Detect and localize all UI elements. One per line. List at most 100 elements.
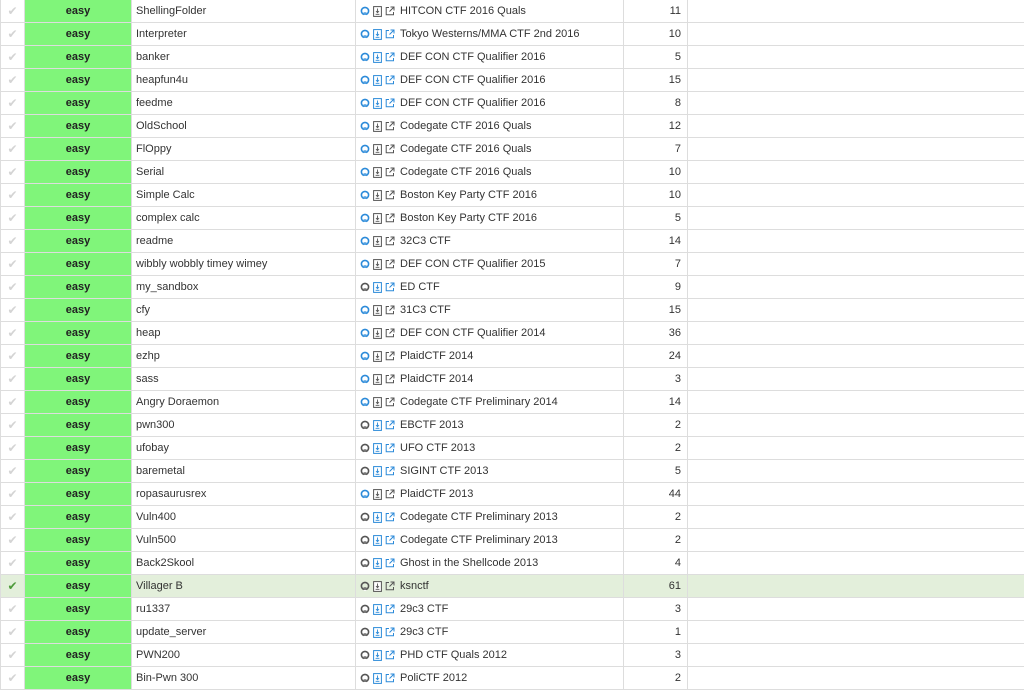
github-icon[interactable] — [360, 673, 373, 683]
writeup-doc-icon[interactable] — [373, 580, 385, 592]
table-row[interactable]: ✔ easy Simple Calc Boston Key Party CTF … — [0, 184, 1024, 207]
external-link-icon[interactable] — [385, 259, 398, 269]
writeup-doc-icon[interactable] — [373, 304, 385, 316]
writeup-doc-icon[interactable] — [373, 672, 385, 684]
table-row[interactable]: ✔ easy ropasaurusrex PlaidCTF 2013 44 — [0, 483, 1024, 506]
github-icon[interactable] — [360, 6, 373, 16]
github-icon[interactable] — [360, 52, 373, 62]
external-link-icon[interactable] — [385, 397, 398, 407]
table-row[interactable]: ✔ easy OldSchool Codegate CTF 2016 Quals… — [0, 115, 1024, 138]
external-link-icon[interactable] — [385, 351, 398, 361]
solved-checkbox[interactable]: ✔ — [0, 644, 25, 666]
writeup-doc-icon[interactable] — [373, 465, 385, 477]
table-row[interactable]: ✔ easy heap DEF CON CTF Qualifier 2014 3… — [0, 322, 1024, 345]
writeup-doc-icon[interactable] — [373, 120, 385, 132]
solved-checkbox[interactable]: ✔ — [0, 575, 25, 597]
solved-checkbox[interactable]: ✔ — [0, 92, 25, 114]
external-link-icon[interactable] — [385, 489, 398, 499]
github-icon[interactable] — [360, 489, 373, 499]
external-link-icon[interactable] — [385, 98, 398, 108]
solved-checkbox[interactable]: ✔ — [0, 345, 25, 367]
table-row[interactable]: ✔ easy ufobay UFO CTF 2013 2 — [0, 437, 1024, 460]
github-icon[interactable] — [360, 98, 373, 108]
solved-checkbox[interactable]: ✔ — [0, 391, 25, 413]
github-icon[interactable] — [360, 581, 373, 591]
table-row[interactable]: ✔ easy my_sandbox ED CTF 9 — [0, 276, 1024, 299]
github-icon[interactable] — [360, 420, 373, 430]
table-row[interactable]: ✔ easy Serial Codegate CTF 2016 Quals 10 — [0, 161, 1024, 184]
writeup-doc-icon[interactable] — [373, 626, 385, 638]
external-link-icon[interactable] — [385, 121, 398, 131]
github-icon[interactable] — [360, 282, 373, 292]
external-link-icon[interactable] — [385, 420, 398, 430]
github-icon[interactable] — [360, 558, 373, 568]
external-link-icon[interactable] — [385, 190, 398, 200]
solved-checkbox[interactable]: ✔ — [0, 414, 25, 436]
solved-checkbox[interactable]: ✔ — [0, 230, 25, 252]
table-row[interactable]: ✔ easy wibbly wobbly timey wimey DEF CON… — [0, 253, 1024, 276]
github-icon[interactable] — [360, 75, 373, 85]
writeup-doc-icon[interactable] — [373, 28, 385, 40]
table-row[interactable]: ✔ easy Vuln500 Codegate CTF Preliminary … — [0, 529, 1024, 552]
writeup-doc-icon[interactable] — [373, 143, 385, 155]
solved-checkbox[interactable]: ✔ — [0, 506, 25, 528]
github-icon[interactable] — [360, 213, 373, 223]
solved-checkbox[interactable]: ✔ — [0, 161, 25, 183]
writeup-doc-icon[interactable] — [373, 189, 385, 201]
writeup-doc-icon[interactable] — [373, 281, 385, 293]
external-link-icon[interactable] — [385, 144, 398, 154]
external-link-icon[interactable] — [385, 236, 398, 246]
writeup-doc-icon[interactable] — [373, 511, 385, 523]
writeup-doc-icon[interactable] — [373, 166, 385, 178]
solved-checkbox[interactable]: ✔ — [0, 276, 25, 298]
writeup-doc-icon[interactable] — [373, 534, 385, 546]
github-icon[interactable] — [360, 627, 373, 637]
writeup-doc-icon[interactable] — [373, 442, 385, 454]
solved-checkbox[interactable]: ✔ — [0, 184, 25, 206]
external-link-icon[interactable] — [385, 512, 398, 522]
github-icon[interactable] — [360, 512, 373, 522]
external-link-icon[interactable] — [385, 282, 398, 292]
writeup-doc-icon[interactable] — [373, 5, 385, 17]
table-row[interactable]: ✔ easy heapfun4u DEF CON CTF Qualifier 2… — [0, 69, 1024, 92]
solved-checkbox[interactable]: ✔ — [0, 253, 25, 275]
external-link-icon[interactable] — [385, 52, 398, 62]
table-row[interactable]: ✔ easy update_server 29c3 CTF 1 — [0, 621, 1024, 644]
external-link-icon[interactable] — [385, 75, 398, 85]
github-icon[interactable] — [360, 351, 373, 361]
external-link-icon[interactable] — [385, 167, 398, 177]
solved-checkbox[interactable]: ✔ — [0, 552, 25, 574]
table-row[interactable]: ✔ easy Angry Doraemon Codegate CTF Preli… — [0, 391, 1024, 414]
github-icon[interactable] — [360, 29, 373, 39]
github-icon[interactable] — [360, 305, 373, 315]
solved-checkbox[interactable]: ✔ — [0, 529, 25, 551]
solved-checkbox[interactable]: ✔ — [0, 0, 25, 22]
writeup-doc-icon[interactable] — [373, 649, 385, 661]
external-link-icon[interactable] — [385, 213, 398, 223]
github-icon[interactable] — [360, 374, 373, 384]
table-row[interactable]: ✔ easy Back2Skool Ghost in the Shellcode… — [0, 552, 1024, 575]
solved-checkbox[interactable]: ✔ — [0, 368, 25, 390]
table-row[interactable]: ✔ easy Bin-Pwn 300 PoliCTF 2012 2 — [0, 667, 1024, 690]
writeup-doc-icon[interactable] — [373, 212, 385, 224]
table-row[interactable]: ✔ easy ru1337 29c3 CTF 3 — [0, 598, 1024, 621]
external-link-icon[interactable] — [385, 581, 398, 591]
external-link-icon[interactable] — [385, 328, 398, 338]
table-row[interactable]: ✔ easy banker DEF CON CTF Qualifier 2016… — [0, 46, 1024, 69]
writeup-doc-icon[interactable] — [373, 373, 385, 385]
external-link-icon[interactable] — [385, 673, 398, 683]
external-link-icon[interactable] — [385, 535, 398, 545]
github-icon[interactable] — [360, 535, 373, 545]
github-icon[interactable] — [360, 650, 373, 660]
github-icon[interactable] — [360, 397, 373, 407]
writeup-doc-icon[interactable] — [373, 557, 385, 569]
solved-checkbox[interactable]: ✔ — [0, 483, 25, 505]
solved-checkbox[interactable]: ✔ — [0, 437, 25, 459]
writeup-doc-icon[interactable] — [373, 603, 385, 615]
solved-checkbox[interactable]: ✔ — [0, 207, 25, 229]
external-link-icon[interactable] — [385, 29, 398, 39]
table-row[interactable]: ✔ easy ezhp PlaidCTF 2014 24 — [0, 345, 1024, 368]
github-icon[interactable] — [360, 443, 373, 453]
table-row[interactable]: ✔ easy feedme DEF CON CTF Qualifier 2016… — [0, 92, 1024, 115]
table-row[interactable]: ✔ easy readme 32C3 CTF 14 — [0, 230, 1024, 253]
